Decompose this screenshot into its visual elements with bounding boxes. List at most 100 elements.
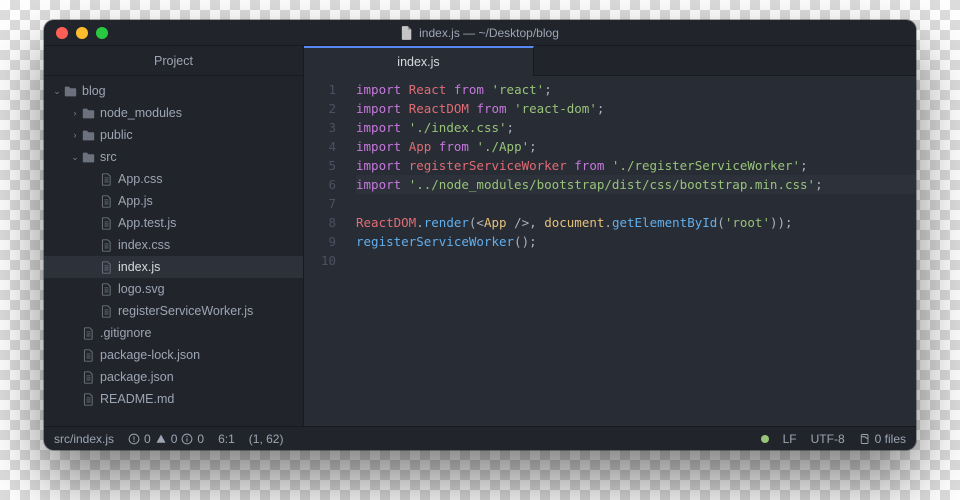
tree-item-label: blog [82, 84, 106, 98]
tree-folder-node-modules[interactable]: › node_modules [44, 102, 303, 124]
line-number: 10 [304, 251, 336, 270]
tree-file-app-css[interactable]: App.css [44, 168, 303, 190]
tree-item-label: .gitignore [100, 326, 151, 340]
tree-item-label: App.js [118, 194, 153, 208]
status-selection[interactable]: (1, 62) [249, 432, 284, 446]
chevron-down-icon: ⌄ [70, 152, 80, 163]
tree-item-label: README.md [100, 392, 174, 406]
line-number: 5 [304, 156, 336, 175]
file-icon [80, 371, 96, 384]
tree-folder-blog[interactable]: ⌄ blog [44, 80, 303, 102]
line-gutter: 12345678910 [304, 80, 348, 426]
tree-file-index-css[interactable]: index.css [44, 234, 303, 256]
code-lines[interactable]: import React from 'react';import ReactDO… [348, 80, 916, 426]
tree-file-index-js[interactable]: index.js [44, 256, 303, 278]
chevron-right-icon: › [70, 130, 80, 140]
code-line[interactable]: import '../node_modules/bootstrap/dist/c… [356, 175, 916, 194]
line-number: 2 [304, 99, 336, 118]
file-icon [98, 195, 114, 208]
file-icon [80, 393, 96, 406]
line-number: 7 [304, 194, 336, 213]
code-line[interactable]: registerServiceWorker(); [356, 232, 916, 251]
line-number: 4 [304, 137, 336, 156]
git-icon [859, 433, 871, 445]
tab-bar: index.js [304, 46, 916, 76]
file-icon [401, 26, 413, 40]
folder-icon [80, 129, 96, 142]
status-cursor[interactable]: 6:1 [218, 432, 235, 446]
warning-icon [155, 433, 167, 445]
titlebar: index.js — ~/Desktop/blog [44, 20, 916, 46]
editor-window: index.js — ~/Desktop/blog Project ⌄blog›… [44, 20, 916, 450]
tree-item-label: index.js [118, 260, 160, 274]
status-encoding[interactable]: UTF-8 [811, 432, 845, 446]
tree-item-label: public [100, 128, 133, 142]
tree-file-package-json[interactable]: package.json [44, 366, 303, 388]
tree-item-label: src [100, 150, 117, 164]
code-line[interactable] [356, 194, 916, 213]
tree-file-logo-svg[interactable]: logo.svg [44, 278, 303, 300]
folder-icon [80, 151, 96, 164]
code-line[interactable]: ReactDOM.render(<App />, document.getEle… [356, 213, 916, 232]
status-diagnostics[interactable]: 0 0 0 [128, 432, 204, 446]
tree-folder-src[interactable]: ⌄ src [44, 146, 303, 168]
editor-pane: index.js 12345678910 import React from '… [304, 46, 916, 426]
sidebar-title: Project [44, 46, 303, 76]
line-number: 9 [304, 232, 336, 251]
maximize-window-icon[interactable] [96, 27, 108, 39]
code-area[interactable]: 12345678910 import React from 'react';im… [304, 76, 916, 426]
file-icon [98, 283, 114, 296]
tree-file-registerserviceworker-js[interactable]: registerServiceWorker.js [44, 300, 303, 322]
status-path[interactable]: src/index.js [54, 432, 114, 446]
line-number: 3 [304, 118, 336, 137]
file-icon [98, 173, 114, 186]
tree-file-package-lock-json[interactable]: package-lock.json [44, 344, 303, 366]
tree-file-app-js[interactable]: App.js [44, 190, 303, 212]
chevron-down-icon: ⌄ [52, 86, 62, 97]
tree-item-label: registerServiceWorker.js [118, 304, 253, 318]
git-clean-icon [761, 435, 769, 443]
file-tree[interactable]: ⌄blog›node_modules›public⌄srcApp.cssApp.… [44, 76, 303, 414]
tree-item-label: index.css [118, 238, 170, 252]
file-icon [80, 349, 96, 362]
file-icon [98, 217, 114, 230]
tree-item-label: package-lock.json [100, 348, 200, 362]
line-number: 8 [304, 213, 336, 232]
file-icon [98, 239, 114, 252]
error-icon [128, 433, 140, 445]
folder-icon [62, 85, 78, 98]
window-title: index.js — ~/Desktop/blog [44, 26, 916, 40]
tree-item-label: App.test.js [118, 216, 176, 230]
chevron-right-icon: › [70, 108, 80, 118]
window-controls [44, 27, 108, 39]
code-line[interactable]: import React from 'react'; [356, 80, 916, 99]
tree-item-label: logo.svg [118, 282, 165, 296]
code-line[interactable]: import './index.css'; [356, 118, 916, 137]
file-icon [98, 305, 114, 318]
code-line[interactable] [356, 251, 916, 270]
code-line[interactable]: import App from './App'; [356, 137, 916, 156]
line-number: 6 [304, 175, 336, 194]
code-line[interactable]: import ReactDOM from 'react-dom'; [356, 99, 916, 118]
tree-folder-public[interactable]: › public [44, 124, 303, 146]
tree-item-label: node_modules [100, 106, 182, 120]
folder-icon [80, 107, 96, 120]
code-line[interactable]: import registerServiceWorker from './reg… [356, 156, 916, 175]
window-title-text: index.js — ~/Desktop/blog [419, 26, 559, 40]
tree-file--gitignore[interactable]: .gitignore [44, 322, 303, 344]
tree-item-label: App.css [118, 172, 162, 186]
status-line-ending[interactable]: LF [783, 432, 797, 446]
tab-index-js[interactable]: index.js [304, 46, 534, 76]
tree-item-label: package.json [100, 370, 174, 384]
minimize-window-icon[interactable] [76, 27, 88, 39]
file-icon [80, 327, 96, 340]
file-icon [98, 261, 114, 274]
tree-file-app-test-js[interactable]: App.test.js [44, 212, 303, 234]
line-number: 1 [304, 80, 336, 99]
status-git-files[interactable]: 0 files [859, 432, 906, 446]
status-bar: src/index.js 0 0 0 6:1 (1, 62) LF UTF-8 … [44, 426, 916, 450]
info-icon [181, 433, 193, 445]
tree-file-readme-md[interactable]: README.md [44, 388, 303, 410]
tab-label: index.js [397, 55, 439, 69]
close-window-icon[interactable] [56, 27, 68, 39]
